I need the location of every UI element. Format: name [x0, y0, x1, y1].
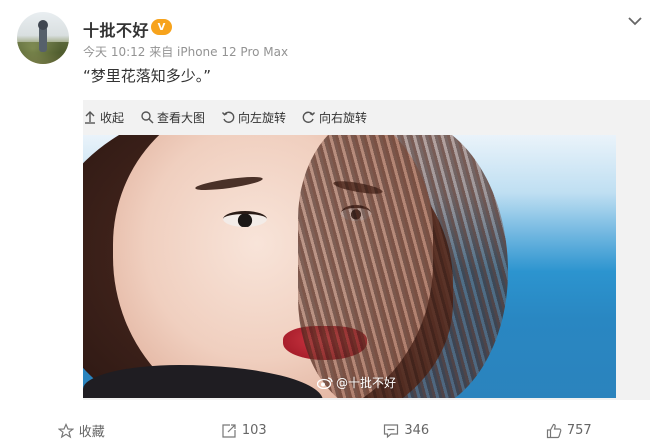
like-count: 757: [566, 423, 592, 438]
favorite-button[interactable]: 收藏: [0, 418, 163, 443]
member-badge-icon[interactable]: V: [151, 19, 172, 35]
collapse-icon: [85, 111, 95, 124]
repost-icon: [222, 423, 236, 438]
rotate-right-label: 向右旋转: [319, 110, 368, 125]
comment-icon: [384, 423, 399, 438]
post-meta: 今天 10:12 来自 iPhone 12 Pro Max: [83, 45, 289, 59]
rotate-right-button[interactable]: 向右旋转: [302, 109, 367, 126]
repost-button[interactable]: 103: [163, 418, 326, 443]
photo-hair-strands: [298, 135, 508, 398]
rotate-left-button[interactable]: 向左旋转: [221, 109, 286, 126]
collapse-label: 收起: [100, 110, 125, 125]
photo-eye-left: [223, 211, 267, 227]
rotate-left-icon: [222, 111, 235, 123]
post-photo[interactable]: [83, 135, 616, 398]
image-watermark: @十批不好: [317, 374, 396, 391]
view-large-button[interactable]: 查看大图: [140, 109, 205, 126]
watermark-text: @十批不好: [336, 376, 397, 390]
rotate-left-label: 向左旋转: [238, 110, 287, 125]
media-toolbar: 收起 查看大图 向左旋转 向右旋转: [83, 104, 383, 130]
zoom-icon: [141, 111, 154, 124]
comment-count: 346: [404, 423, 430, 438]
post-text: “梦里花落知多少。”: [83, 67, 212, 85]
repost-count: 103: [241, 423, 267, 438]
favorite-label: 收藏: [78, 425, 105, 440]
comment-button[interactable]: 346: [325, 418, 488, 443]
rotate-right-icon: [302, 111, 316, 123]
action-bar: 收藏 103 346 757: [0, 418, 650, 443]
thumb-up-icon: [546, 423, 562, 438]
chevron-down-icon[interactable]: [626, 12, 644, 30]
collapse-button[interactable]: 收起: [83, 109, 124, 126]
star-icon: [57, 422, 74, 438]
weibo-logo-icon: [317, 377, 333, 389]
avatar[interactable]: [17, 12, 69, 64]
like-button[interactable]: 757: [488, 418, 650, 443]
view-large-label: 查看大图: [157, 110, 206, 125]
author-name[interactable]: 十批不好: [83, 17, 149, 41]
avatar-head: [38, 20, 48, 30]
